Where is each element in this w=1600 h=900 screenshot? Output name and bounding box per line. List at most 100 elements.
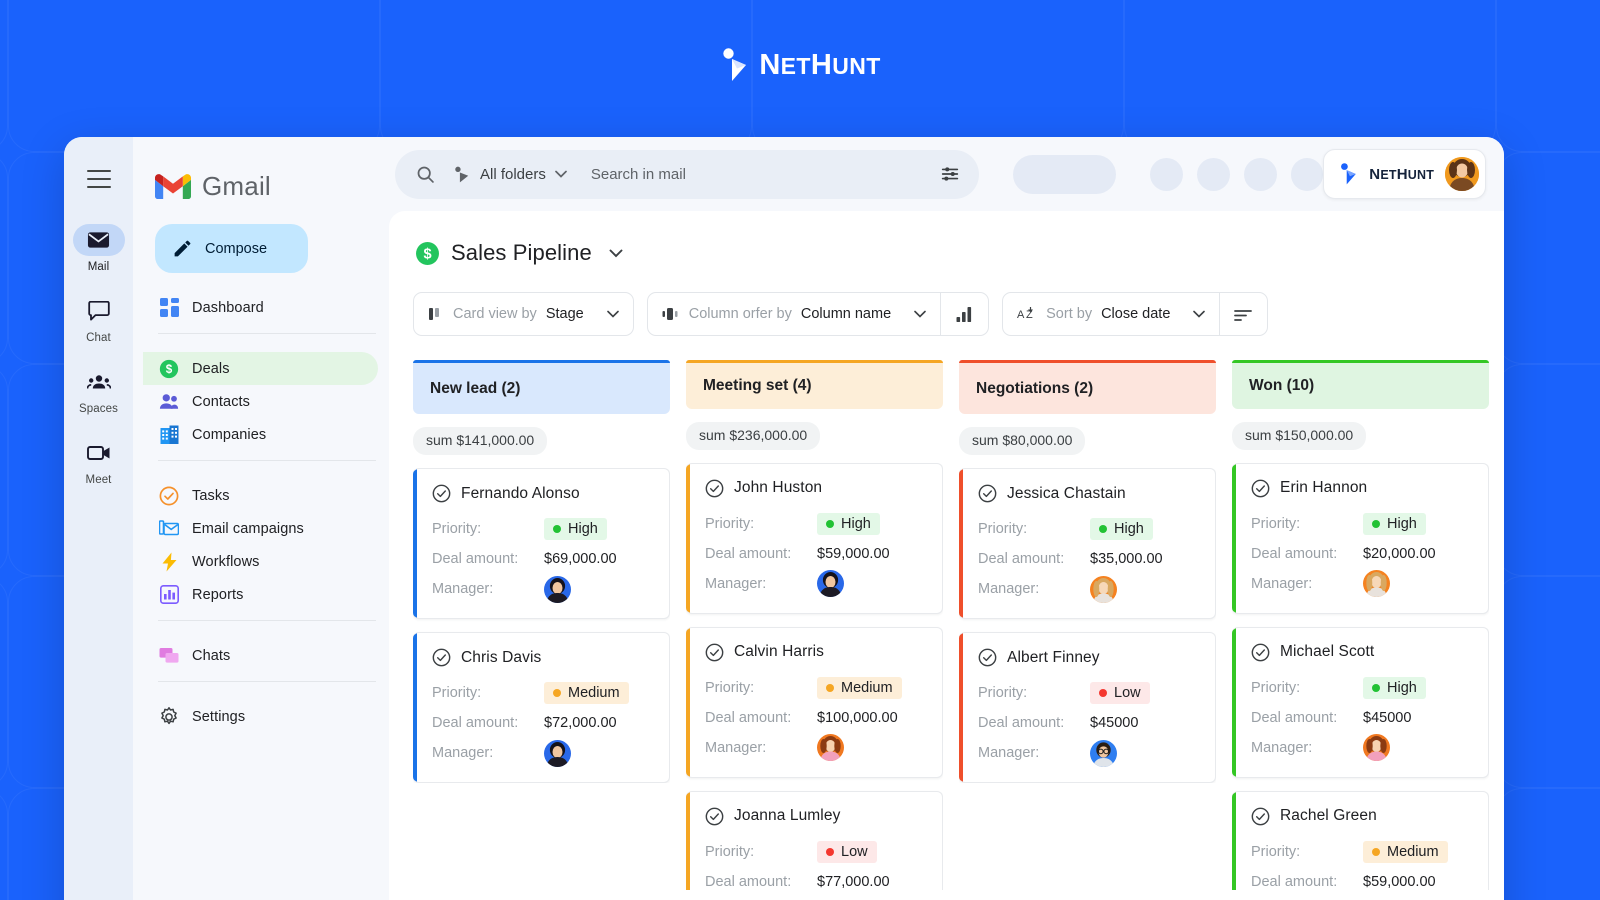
sort-value: Close date	[1101, 306, 1171, 322]
avatar-image	[544, 575, 571, 603]
search-options-icon[interactable]	[939, 163, 961, 185]
compose-button[interactable]: Compose	[155, 224, 308, 273]
deal-card[interactable]: Jessica Chastain Priority: High Deal amount…	[959, 468, 1216, 619]
avatar[interactable]	[1363, 734, 1390, 762]
amount-key: Deal amount:	[1251, 709, 1338, 726]
sort-lines-icon[interactable]	[1220, 293, 1267, 335]
check-circle-icon[interactable]	[978, 484, 997, 503]
avatar[interactable]	[1363, 570, 1390, 598]
divider	[158, 460, 376, 461]
deal-card[interactable]: Fernando Alonso Priority: High Deal amount:…	[413, 468, 670, 619]
nethunt-account-badge[interactable]: NETHUNT	[1323, 149, 1487, 199]
sort-az-icon: A Z	[1017, 307, 1033, 321]
amount-key: Deal amount:	[978, 551, 1065, 567]
background-grid-cell	[0, 576, 8, 788]
deal-card[interactable]: Michael Scott Priority: High Deal amount: $4…	[1232, 626, 1489, 778]
sidebar-item-workflows[interactable]: Workflows	[143, 545, 378, 578]
priority-badge: High	[1090, 518, 1153, 540]
card-view-hint: Card view by	[453, 306, 537, 322]
deal-card[interactable]: Albert Finney Priority: Low Deal amount: $45…	[959, 632, 1216, 783]
search-input[interactable]	[590, 165, 939, 183]
search-bar[interactable]: All folders	[395, 149, 979, 199]
priority-badge: Medium	[544, 682, 629, 704]
column-header[interactable]: Negotiations (2)	[959, 360, 1216, 414]
avatar[interactable]	[1090, 575, 1117, 603]
sort-dropdown[interactable]: A Z Sort by Close date	[1003, 293, 1219, 335]
check-circle-icon[interactable]	[705, 807, 724, 826]
deal-amount-row: Deal amount: $45000	[978, 708, 1201, 738]
sidebar-item-settings[interactable]: Settings	[143, 700, 378, 733]
gmail-logo[interactable]: Gmail	[133, 137, 389, 211]
column-order-control[interactable]: Column orfer by Column name	[646, 292, 990, 336]
avatar[interactable]	[1445, 157, 1480, 191]
meet-icon	[86, 446, 109, 460]
manager-key: Manager:	[432, 581, 494, 597]
rail-item-meet[interactable]: Meet	[71, 437, 127, 486]
deal-amount-row: Deal amount: $59,000.00	[705, 539, 928, 569]
priority-key: Priority:	[1251, 515, 1301, 532]
check-circle-icon[interactable]	[432, 648, 451, 667]
avatar[interactable]	[544, 575, 571, 603]
sidebar-item-label: Reports	[192, 586, 244, 603]
deal-card[interactable]: Chris Davis Priority: Medium Deal amount: $7…	[413, 632, 670, 783]
priority-key: Priority:	[978, 521, 1028, 537]
sidebar-item-contacts[interactable]: Contacts	[143, 385, 378, 418]
manager-key: Manager:	[1251, 739, 1313, 756]
sidebar-item-tasks[interactable]: Tasks	[143, 479, 378, 512]
check-circle-icon[interactable]	[978, 648, 997, 667]
tasks-icon	[159, 486, 179, 505]
sidebar-item-companies[interactable]: Companies	[143, 418, 378, 451]
chevron-down-icon	[555, 170, 567, 178]
background-grid-cell	[0, 364, 8, 576]
check-circle-icon[interactable]	[1251, 479, 1270, 498]
column-sum-label: sum $141,000.00	[426, 432, 535, 448]
check-circle-icon[interactable]	[432, 484, 451, 503]
sidebar-item-label: Dashboard	[192, 299, 264, 316]
avatar[interactable]	[817, 570, 844, 598]
menu-icon[interactable]	[86, 170, 111, 188]
page-title[interactable]: $ Sales Pipeline	[389, 233, 1504, 273]
check-circle-icon[interactable]	[1251, 643, 1270, 662]
column-header[interactable]: Meeting set (4)	[686, 360, 943, 409]
sidebar-item-reports[interactable]: Reports	[143, 578, 378, 611]
column-header[interactable]: New lead (2)	[413, 360, 670, 414]
column-header[interactable]: Won (10)	[1232, 360, 1489, 409]
sidebar-item-deals[interactable]: $ Deals	[143, 352, 378, 385]
deal-priority-row: Priority: High	[705, 509, 928, 539]
rail-item-label: Spaces	[79, 403, 118, 415]
deal-card[interactable]: Calvin Harris Priority: Medium Deal amount:…	[686, 626, 943, 778]
sort-control[interactable]: A Z Sort by Close date	[1002, 292, 1269, 336]
chevron-down-icon[interactable]	[609, 249, 623, 258]
sidebar-item-dashboard[interactable]: Dashboard	[143, 291, 378, 324]
rail-item-mail[interactable]: Mail	[71, 224, 127, 273]
folder-scope-dropdown[interactable]: All folders	[452, 165, 567, 184]
card-view-control[interactable]: Card view by Stage	[413, 292, 634, 336]
column-order-icon	[662, 308, 678, 320]
bar-chart-icon[interactable]	[941, 293, 988, 335]
deal-card[interactable]: John Huston Priority: High Deal amount: $59,…	[686, 462, 943, 614]
check-circle-icon[interactable]	[705, 643, 724, 662]
manager-key: Manager:	[705, 575, 767, 592]
deal-card-title: Chris Davis	[432, 648, 655, 667]
deal-card[interactable]: Rachel Green Priority: Medium Deal amount: $…	[1232, 790, 1489, 890]
deal-card[interactable]: Joanna Lumley Priority: Low Deal amount: $77…	[686, 790, 943, 890]
sidebar-item-email-campaigns[interactable]: Email campaigns	[143, 512, 378, 545]
nethunt-bird-icon	[1341, 163, 1357, 185]
settings-icon	[159, 706, 179, 727]
search-icon[interactable]	[415, 164, 436, 185]
deal-card[interactable]: Erin Hannon Priority: High Deal amount: $20,…	[1232, 462, 1489, 614]
column-order-dropdown[interactable]: Column orfer by Column name	[648, 293, 940, 335]
column-header-label: Meeting set (4)	[703, 376, 812, 394]
card-view-dropdown[interactable]: Card view by Stage	[414, 293, 633, 335]
avatar[interactable]	[544, 739, 571, 767]
avatar[interactable]	[1090, 739, 1117, 767]
sidebar-item-chats[interactable]: Chats	[143, 639, 378, 672]
sidebar-group: Settings	[133, 700, 389, 733]
priority-label: Medium	[568, 685, 620, 701]
rail-item-spaces[interactable]: Spaces	[71, 366, 127, 415]
avatar[interactable]	[817, 734, 844, 762]
check-circle-icon[interactable]	[705, 479, 724, 498]
rail-item-chat[interactable]: Chat	[71, 295, 127, 344]
deal-amount-row: Deal amount: $20,000.00	[1251, 539, 1474, 569]
check-circle-icon[interactable]	[1251, 807, 1270, 826]
